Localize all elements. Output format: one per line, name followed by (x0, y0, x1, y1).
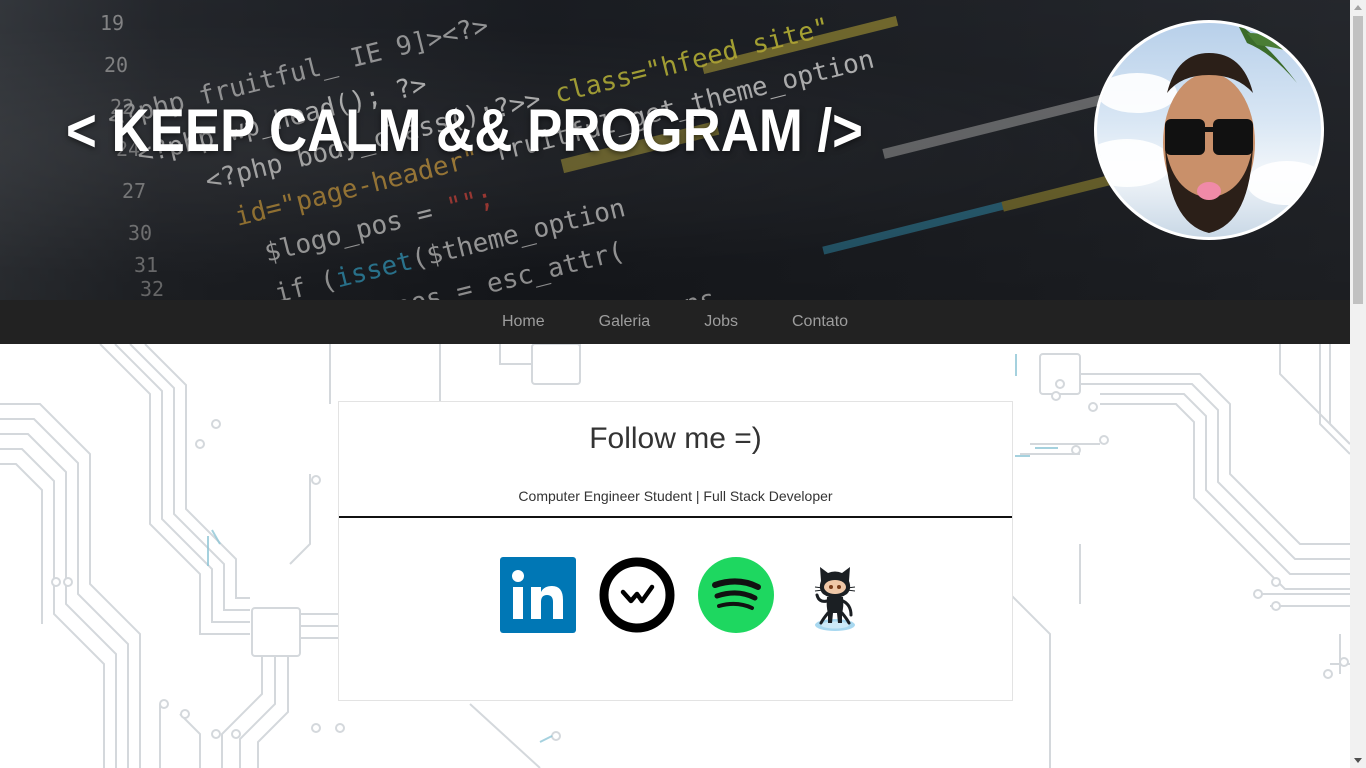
github-link[interactable] (797, 557, 873, 633)
scroll-down-arrow-icon[interactable] (1350, 754, 1366, 768)
nav-item-galeria[interactable]: Galeria (572, 300, 678, 344)
spotify-icon (698, 557, 774, 633)
linkedin-link[interactable] (500, 557, 576, 633)
card-subtitle: Computer Engineer Student | Full Stack D… (518, 488, 833, 504)
nav-item-home[interactable]: Home (475, 300, 572, 344)
hero-banner: <?php fruitful_ IE 9]><?> <?php wp_head(… (0, 0, 1350, 300)
content-section: Follow me =) Computer Engineer Student |… (0, 344, 1350, 768)
wakatime-link[interactable] (599, 557, 675, 633)
nav-item-jobs[interactable]: Jobs (677, 300, 765, 344)
scrollbar-thumb[interactable] (1353, 16, 1363, 304)
nav-item-contato[interactable]: Contato (765, 300, 875, 344)
github-octocat-icon (814, 567, 856, 631)
card-divider (339, 516, 1012, 518)
main-navbar: Home Galeria Jobs Contato (0, 300, 1350, 344)
profile-avatar[interactable] (1094, 20, 1324, 240)
profile-photo-icon (1097, 23, 1321, 233)
hero-title: < KEEP CALM && PROGRAM /> (66, 97, 864, 164)
scroll-up-arrow-icon[interactable] (1350, 0, 1366, 14)
follow-card: Follow me =) Computer Engineer Student |… (338, 401, 1013, 701)
social-links (500, 557, 873, 633)
card-title: Follow me =) (589, 422, 762, 455)
page-scrollbar[interactable] (1350, 0, 1366, 768)
linkedin-icon (500, 557, 576, 633)
spotify-link[interactable] (698, 557, 774, 633)
wakatime-icon (599, 557, 675, 633)
